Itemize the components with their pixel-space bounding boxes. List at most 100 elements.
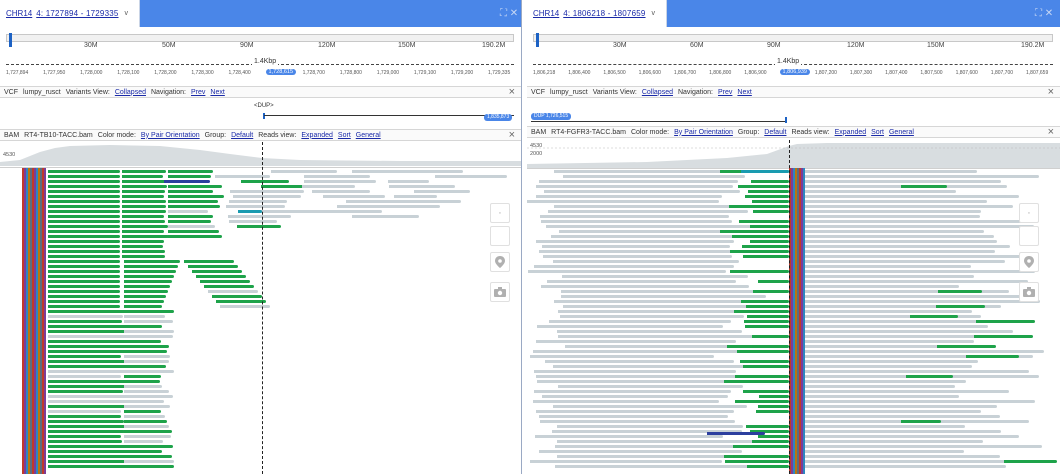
aligned-read[interactable] (805, 400, 1035, 403)
aligned-read[interactable] (805, 450, 964, 453)
aligned-read[interactable] (168, 205, 220, 208)
aligned-read[interactable] (48, 280, 120, 283)
aligned-read[interactable] (534, 390, 731, 393)
aligned-read[interactable] (48, 435, 121, 438)
aligned-read[interactable] (168, 210, 208, 213)
aligned-read[interactable] (188, 265, 238, 268)
aligned-read[interactable] (124, 265, 178, 268)
aligned-read[interactable] (545, 360, 734, 363)
aligned-read[interactable] (1004, 460, 1057, 463)
aligned-read[interactable] (805, 200, 987, 203)
aligned-read[interactable] (48, 360, 132, 363)
aligned-read[interactable] (48, 350, 131, 353)
aligned-read[interactable] (48, 180, 120, 183)
aligned-read[interactable] (168, 195, 224, 198)
aligned-read[interactable] (322, 210, 382, 213)
aligned-read[interactable] (805, 440, 983, 443)
aligned-read[interactable] (323, 195, 385, 198)
aligned-read[interactable] (743, 390, 789, 393)
aligned-read[interactable] (805, 210, 981, 213)
aligned-read[interactable] (937, 345, 996, 348)
aligned-read[interactable] (741, 170, 789, 173)
aligned-read[interactable] (744, 320, 789, 323)
prev-link[interactable]: Prev (718, 89, 732, 96)
aligned-read[interactable] (48, 255, 120, 258)
aligned-read[interactable] (48, 275, 120, 278)
aligned-read[interactable] (544, 190, 740, 193)
zoom-control[interactable]: · (1019, 203, 1039, 223)
aligned-read[interactable] (304, 180, 376, 183)
aligned-read[interactable] (536, 375, 742, 378)
aligned-read[interactable] (748, 190, 789, 193)
track-name[interactable]: RT4-TB10-TACC.bam (24, 132, 93, 139)
aligned-read[interactable] (805, 365, 972, 368)
aligned-read[interactable] (124, 345, 169, 348)
aligned-read[interactable] (48, 270, 120, 273)
aligned-read[interactable] (752, 335, 789, 338)
aligned-read[interactable] (48, 240, 120, 243)
variant-end-pill[interactable]: 1,835,873 (484, 114, 513, 121)
aligned-read[interactable] (805, 225, 1034, 228)
aligned-read[interactable] (539, 250, 743, 253)
aligned-read[interactable] (565, 345, 746, 348)
aligned-read[interactable] (48, 395, 133, 398)
aligned-read[interactable] (539, 450, 742, 453)
aligned-read[interactable] (48, 310, 126, 313)
aligned-read[interactable] (733, 445, 789, 448)
aligned-read[interactable] (537, 325, 723, 328)
aligned-read[interactable] (48, 315, 123, 318)
aligned-read[interactable] (124, 365, 166, 368)
aligned-read[interactable] (48, 260, 120, 263)
aligned-read[interactable] (48, 225, 120, 228)
aligned-read[interactable] (122, 200, 166, 203)
aligned-read[interactable] (805, 380, 966, 383)
variant-start-pill[interactable]: DUP 1,726,515 (531, 113, 572, 120)
aligned-read[interactable] (216, 300, 266, 303)
reads-view-toggle[interactable]: Expanded (301, 132, 333, 139)
color-mode-toggle[interactable]: By Pair Orientation (141, 132, 200, 139)
aligned-read[interactable] (122, 215, 164, 218)
aligned-read[interactable] (48, 320, 122, 323)
aligned-read[interactable] (759, 395, 789, 398)
chevron-down-icon[interactable]: v (652, 10, 656, 17)
aligned-read[interactable] (536, 185, 733, 188)
aligned-read[interactable] (555, 465, 764, 468)
aligned-read[interactable] (124, 455, 172, 458)
right-chrom-label[interactable]: CHR14 (533, 9, 559, 18)
aligned-read[interactable] (48, 330, 132, 333)
aligned-read[interactable] (557, 440, 759, 443)
aligned-read[interactable] (229, 220, 277, 223)
aligned-read[interactable] (805, 175, 1039, 178)
aligned-read[interactable] (124, 410, 161, 413)
aligned-read[interactable] (122, 210, 166, 213)
aligned-read[interactable] (805, 205, 1013, 208)
aligned-read[interactable] (758, 405, 789, 408)
aligned-read[interactable] (707, 432, 765, 435)
aligned-read[interactable] (752, 200, 789, 203)
variant-span[interactable] (264, 115, 514, 116)
aligned-read[interactable] (394, 195, 437, 198)
aligned-read[interactable] (536, 340, 736, 343)
aligned-read[interactable] (737, 350, 789, 353)
aligned-read[interactable] (48, 335, 133, 338)
aligned-read[interactable] (48, 420, 124, 423)
right-locus-tab[interactable]: CHR14 4: 1806218 - 1807659 v (527, 0, 667, 27)
aligned-read[interactable] (724, 455, 789, 458)
aligned-read[interactable] (48, 440, 122, 443)
aligned-read[interactable] (936, 305, 985, 308)
aligned-read[interactable] (528, 270, 726, 273)
aligned-read[interactable] (122, 195, 164, 198)
aligned-read[interactable] (805, 250, 995, 253)
aligned-read[interactable] (753, 210, 789, 213)
aligned-read[interactable] (541, 285, 749, 288)
aligned-read[interactable] (752, 440, 789, 443)
aligned-read[interactable] (48, 405, 133, 408)
aligned-read[interactable] (168, 185, 222, 188)
aligned-read[interactable] (238, 210, 262, 213)
aligned-read[interactable] (233, 195, 301, 198)
aligned-read[interactable] (553, 365, 758, 368)
aligned-read[interactable] (535, 435, 723, 438)
aligned-read[interactable] (542, 245, 730, 248)
aligned-read[interactable] (124, 370, 174, 373)
aligned-read[interactable] (237, 225, 281, 228)
